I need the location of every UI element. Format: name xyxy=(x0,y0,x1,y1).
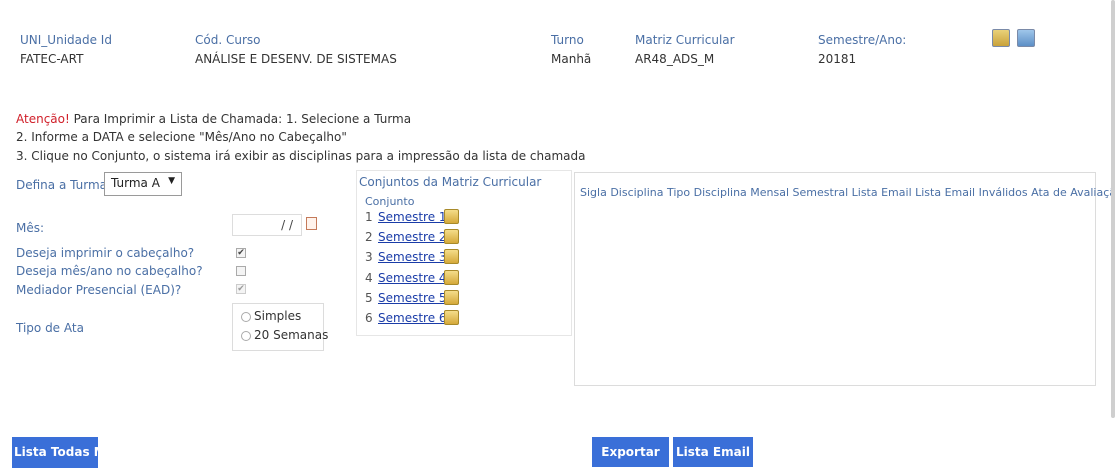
print-icon[interactable] xyxy=(444,290,459,305)
mes-input[interactable]: / / xyxy=(232,214,302,236)
conjuntos-title: Conjuntos da Matriz Curricular xyxy=(359,175,542,189)
simples-label: Simples xyxy=(254,309,302,323)
disciplinas-panel: Sigla Disciplina Tipo Disciplina Mensal … xyxy=(574,172,1115,386)
disciplinas-header: Sigla Disciplina Tipo Disciplina Mensal … xyxy=(580,186,1115,199)
print-icon[interactable] xyxy=(444,310,459,325)
turno-value: Manhã xyxy=(551,52,592,66)
lista-email-button[interactable]: Lista Email xyxy=(673,437,753,467)
mes-ano-checkbox[interactable] xyxy=(236,266,246,276)
chevron-down-icon: ▼ xyxy=(168,176,175,186)
mes-ano-label: Deseja mês/ano no cabeçalho? xyxy=(16,264,203,278)
simples-radio[interactable] xyxy=(241,312,251,322)
attention-text: Atenção! xyxy=(16,112,70,126)
tipo-ata-group: Simples 20 Semanas xyxy=(232,303,328,351)
refresh-icon[interactable] xyxy=(1017,29,1035,47)
mes-label: Mês: xyxy=(16,221,45,235)
20-semanas-radio[interactable] xyxy=(241,331,251,341)
instruction-line-1: Atenção! Para Imprimir a Lista de Chamad… xyxy=(16,112,411,126)
mediador-checkbox: ✔ xyxy=(236,284,246,294)
turma-label: Defina a Turma: xyxy=(16,178,112,192)
semestre-label: Semestre/Ano: xyxy=(818,33,907,47)
conjunto-number: 3 xyxy=(365,250,373,264)
20-semanas-label: 20 Semanas xyxy=(254,328,329,342)
print-icon[interactable] xyxy=(444,209,459,224)
instruction-text-1: Para Imprimir a Lista de Chamada: 1. Sel… xyxy=(69,112,412,126)
turno-label: Turno xyxy=(551,33,584,47)
print-icon[interactable] xyxy=(444,270,459,285)
curso-value: ANÁLISE E DESENV. DE SISTEMAS xyxy=(195,52,397,66)
unidade-label: UNI_Unidade Id xyxy=(20,33,112,47)
tipo-ata-label: Tipo de Ata xyxy=(16,321,84,335)
lista-todas-button[interactable]: Lista Todas Me xyxy=(12,437,98,468)
mediador-label: Mediador Presencial (EAD)? xyxy=(16,283,182,297)
print-icon[interactable] xyxy=(444,249,459,264)
imprimir-cabecalho-checkbox[interactable]: ✔ xyxy=(236,248,246,258)
conjunto-number: 2 xyxy=(365,230,373,244)
curso-label: Cód. Curso xyxy=(195,33,261,47)
conjunto-column-header: Conjunto xyxy=(365,195,415,208)
conjunto-link[interactable]: Semestre 1 xyxy=(378,210,447,224)
print-icon[interactable] xyxy=(444,229,459,244)
conjunto-link[interactable]: Semestre 4 xyxy=(378,271,447,285)
calendar-icon[interactable] xyxy=(306,217,317,230)
conjunto-number: 4 xyxy=(365,271,373,285)
conjunto-number: 5 xyxy=(365,291,373,305)
turma-select-value: Turma A xyxy=(111,176,160,190)
mes-input-value: / / xyxy=(281,218,293,232)
edit-icon[interactable] xyxy=(992,29,1010,47)
conjunto-link[interactable]: Semestre 2 xyxy=(378,230,447,244)
exportar-button[interactable]: Exportar xyxy=(592,437,669,467)
matriz-value: AR48_ADS_M xyxy=(635,52,715,66)
matriz-label: Matriz Curricular xyxy=(635,33,735,47)
instruction-line-2: 2. Informe a DATA e selecione "Mês/Ano n… xyxy=(16,130,347,144)
conjunto-link[interactable]: Semestre 3 xyxy=(378,250,447,264)
conjunto-link[interactable]: Semestre 6 xyxy=(378,311,447,325)
turma-select[interactable]: Turma A ▼ xyxy=(104,172,182,196)
page-scrollbar[interactable] xyxy=(1111,0,1115,418)
semestre-value: 20181 xyxy=(818,52,857,66)
conjunto-number: 6 xyxy=(365,311,373,325)
instruction-line-3: 3. Clique no Conjunto, o sistema irá exi… xyxy=(16,149,586,163)
unidade-value: FATEC-ART xyxy=(20,52,84,66)
conjunto-link[interactable]: Semestre 5 xyxy=(378,291,447,305)
conjunto-number: 1 xyxy=(365,210,373,224)
imprimir-cabecalho-label: Deseja imprimir o cabeçalho? xyxy=(16,246,195,260)
